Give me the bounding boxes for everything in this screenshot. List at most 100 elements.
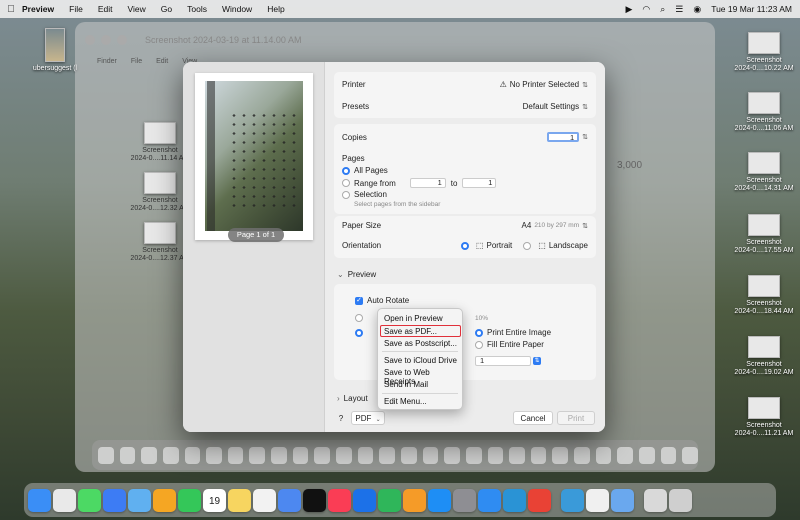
copies-stepper-icon[interactable]: ⇅ xyxy=(582,133,588,141)
background-window-title: Screenshot 2024-03-19 at 11.14.00 AM xyxy=(145,35,302,45)
safari-icon[interactable] xyxy=(478,488,501,512)
desktop-file-label: Screenshot 2024-0....12.37 AM xyxy=(130,247,189,262)
portrait-radio[interactable] xyxy=(460,241,469,250)
menu-edit[interactable]: Edit xyxy=(98,4,113,14)
freeform-icon[interactable] xyxy=(278,488,301,512)
apple-menu-icon[interactable]:  xyxy=(0,4,22,15)
desktop-file[interactable]: Screenshot 2024-0....11.14 AM xyxy=(130,122,190,163)
photos-icon[interactable] xyxy=(153,488,176,512)
desktop-file[interactable]: Screenshot 2024-0....12.32 AM xyxy=(130,172,190,213)
range-radio[interactable] xyxy=(342,179,350,187)
numbers-icon[interactable] xyxy=(378,488,401,512)
launchpad-icon[interactable] xyxy=(53,488,76,512)
paper-size-row[interactable]: Paper Size A4 210 by 297 mm ⇅ xyxy=(342,221,588,230)
scale-radio[interactable] xyxy=(355,314,363,322)
trash-icon[interactable] xyxy=(669,488,692,512)
all-pages-option[interactable]: All Pages xyxy=(342,166,588,175)
presets-select[interactable]: Default Settings ⇅ xyxy=(523,102,588,111)
desktop-file-label: Screenshot 2024-0....11.21 AM xyxy=(734,422,794,437)
copies-label: Copies xyxy=(342,132,367,142)
menu-go[interactable]: Go xyxy=(161,4,172,14)
chrome-icon[interactable] xyxy=(528,488,551,512)
fill-entire-paper-radio[interactable] xyxy=(475,340,483,349)
menu-app-name[interactable]: Preview xyxy=(22,4,54,14)
print-button[interactable]: Print xyxy=(557,411,595,425)
desktop-file[interactable]: Screenshot 2024-0....14.31 AM xyxy=(734,152,794,193)
menu-tools[interactable]: Tools xyxy=(187,4,207,14)
print-entire-image-radio[interactable] xyxy=(475,328,483,337)
file-thumbnail xyxy=(748,214,780,236)
menu-item-open-in-preview[interactable]: Open in Preview xyxy=(384,314,443,323)
messages-icon[interactable] xyxy=(78,488,101,512)
appstore-icon[interactable] xyxy=(428,488,451,512)
desktop-file-label: Screenshot 2024-0....11.06 AM xyxy=(734,117,794,132)
chat-icon[interactable] xyxy=(561,488,584,512)
copies-input[interactable]: 1 xyxy=(547,132,580,142)
tv-icon[interactable] xyxy=(303,488,326,512)
copies-pages-section: Copies 1 ⇅ Pages All Pages Range from 1 … xyxy=(334,124,596,214)
menu-help[interactable]: Help xyxy=(267,4,284,14)
menu-item-send-in-mail[interactable]: Send in Mail xyxy=(384,380,428,389)
reminders-icon[interactable] xyxy=(253,488,276,512)
help-button[interactable]: ? xyxy=(333,412,349,426)
presets-row[interactable]: Presets Default Settings ⇅ xyxy=(342,102,588,111)
landscape-radio[interactable] xyxy=(523,241,532,250)
desktop-file[interactable]: Screenshot 2024-0....17.55 AM xyxy=(734,214,794,255)
notes-icon[interactable] xyxy=(228,488,251,512)
layout-section-header[interactable]: › Layout xyxy=(337,394,597,403)
auto-rotate-option[interactable]: ✓ Auto Rotate xyxy=(355,296,588,305)
control-center-icon[interactable]: ☰ xyxy=(675,4,683,15)
menu-item-edit-menu[interactable]: Edit Menu... xyxy=(384,397,427,406)
range-end-input[interactable]: 1 xyxy=(462,178,497,188)
desktop-file[interactable]: Screenshot 2024-0....10.22 AM xyxy=(734,32,794,73)
facetime-icon[interactable] xyxy=(178,488,201,512)
siri-icon[interactable]: ◉ xyxy=(693,4,701,15)
desktop-icon[interactable] xyxy=(644,488,667,512)
menu-item-save-as-pdf[interactable]: Save as PDF... xyxy=(384,327,437,336)
paper-size-select[interactable]: A4 210 by 297 mm ⇅ xyxy=(522,221,588,230)
selection-radio[interactable] xyxy=(342,190,350,199)
menu-file[interactable]: File xyxy=(69,4,83,14)
copies-per-page-select[interactable]: 1 xyxy=(475,356,531,366)
mail2-icon[interactable] xyxy=(586,488,609,512)
scale-hint: 10% xyxy=(475,314,489,322)
printer-row[interactable]: Printer ⚠ No Printer Selected ⇅ xyxy=(342,80,588,89)
scale-to-fit-radio[interactable] xyxy=(355,328,363,337)
music-icon[interactable] xyxy=(328,488,351,512)
cancel-button[interactable]: Cancel xyxy=(513,411,553,425)
search-icon[interactable]: ⌕ xyxy=(660,4,665,15)
finder-icon[interactable] xyxy=(28,488,51,512)
page-preview[interactable]: Page 1 of 1 xyxy=(195,73,313,242)
settings-icon[interactable] xyxy=(453,488,476,512)
pages-icon[interactable] xyxy=(403,488,426,512)
desktop-file[interactable]: Screenshot 2024-0....18.44 AM xyxy=(734,275,794,316)
mail-icon[interactable] xyxy=(103,488,126,512)
desktop-file[interactable]: Screenshot 2024-0....11.06 AM xyxy=(734,92,794,133)
range-option[interactable]: Range from 1 to 1 xyxy=(342,178,588,188)
menu-datetime[interactable]: Tue 19 Mar 11:23 AM xyxy=(711,4,792,14)
edge-icon[interactable] xyxy=(503,488,526,512)
selection-option[interactable]: Selection xyxy=(342,190,588,199)
menu-item-save-to-icloud[interactable]: Save to iCloud Drive xyxy=(384,356,457,365)
pdf-menu-button[interactable]: PDF ⌄ xyxy=(351,411,385,425)
calendar-icon[interactable]: 19 xyxy=(203,488,226,512)
chevron-updown-icon[interactable]: ⇅ xyxy=(533,357,541,365)
menu-view[interactable]: View xyxy=(128,4,146,14)
maps-icon[interactable] xyxy=(128,488,151,512)
all-pages-radio[interactable] xyxy=(342,166,350,175)
menu-item-save-as-postscript[interactable]: Save as Postscript... xyxy=(384,339,457,348)
preview-icon[interactable] xyxy=(611,488,634,512)
play-icon[interactable]: ▶ xyxy=(625,4,632,15)
keynote-icon[interactable] xyxy=(353,488,376,512)
desktop-file[interactable]: Screenshot 2024-0....19.02 AM xyxy=(734,336,794,377)
desktop-file[interactable]: Screenshot 2024-0....12.37 AM xyxy=(130,222,190,263)
preview-section-header[interactable]: ⌄ Preview xyxy=(337,270,597,279)
presets-label: Presets xyxy=(342,102,370,111)
menu-window[interactable]: Window xyxy=(222,4,252,14)
auto-rotate-checkbox[interactable]: ✓ xyxy=(355,296,363,305)
desktop-file[interactable]: Screenshot 2024-0....11.21 AM xyxy=(734,397,794,438)
range-start-input[interactable]: 1 xyxy=(409,178,446,188)
fill-entire-paper-option[interactable]: Fill Entire Paper xyxy=(475,340,588,349)
wifi-icon[interactable]: ◠ xyxy=(642,4,650,15)
printer-select[interactable]: ⚠ No Printer Selected ⇅ xyxy=(500,80,588,89)
